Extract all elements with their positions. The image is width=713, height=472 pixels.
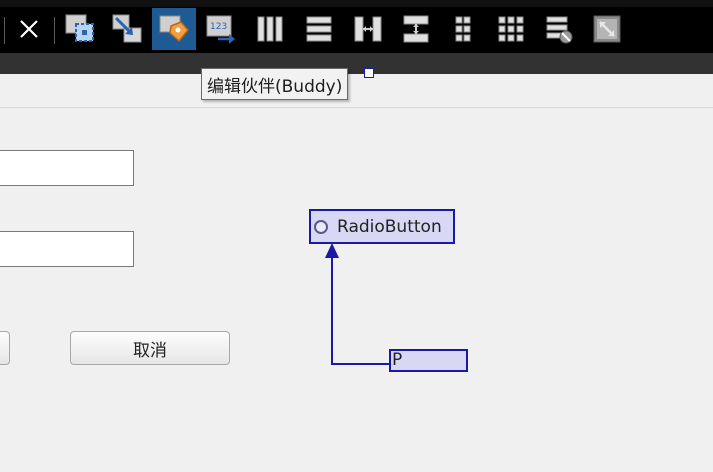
radio-circle-icon [314, 219, 328, 234]
radio-button-label: RadioButton [337, 216, 442, 237]
radio-button-widget[interactable]: RadioButton [309, 209, 455, 244]
tooltip: 编辑伙伴(Buddy) [201, 68, 349, 100]
buddy-label-text: P [392, 350, 403, 370]
tooltip-text: 编辑伙伴(Buddy) [207, 76, 343, 97]
selection-handle[interactable] [364, 68, 374, 78]
buddy-label-widget[interactable]: P [389, 349, 468, 372]
